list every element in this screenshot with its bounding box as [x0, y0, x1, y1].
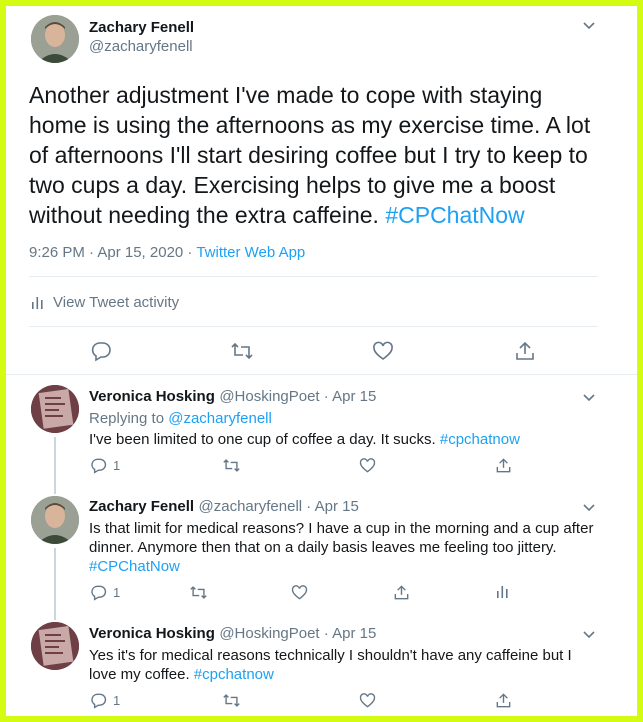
- share-button[interactable]: [393, 584, 410, 606]
- reply-header: Veronica Hosking @HoskingPoet · Apr 15: [89, 625, 376, 643]
- retweet-icon: [223, 694, 240, 707]
- reply-text: I've been limited to one cup of coffee a…: [89, 430, 520, 449]
- retweet-button[interactable]: [222, 692, 241, 714]
- divider: [6, 374, 637, 375]
- analytics-icon: [32, 296, 43, 309]
- share-icon: [496, 458, 511, 473]
- like-icon: [359, 693, 376, 708]
- like-icon: [291, 585, 308, 600]
- avatar[interactable]: [31, 496, 79, 544]
- chevron-down-icon[interactable]: [582, 390, 596, 406]
- author-name[interactable]: Veronica Hosking: [89, 388, 215, 405]
- reply-body-line: Yes it's for medical reasons technically…: [89, 647, 572, 664]
- hashtag-link[interactable]: #cpchatnow: [440, 431, 520, 448]
- author-handle[interactable]: @HoskingPoet: [219, 388, 319, 405]
- like-icon: [373, 341, 393, 360]
- reply-count: 1: [113, 458, 121, 473]
- retweet-button[interactable]: [230, 340, 254, 367]
- reply-body-line: love my coffee.: [89, 666, 194, 683]
- share-button[interactable]: [495, 457, 512, 479]
- avatar-image: [31, 496, 79, 544]
- share-button[interactable]: [495, 692, 512, 714]
- timestamp-text[interactable]: 9:26 PM · Apr 15, 2020 ·: [29, 244, 196, 261]
- tweet-timestamp: 9:26 PM · Apr 15, 2020 · Twitter Web App: [29, 244, 305, 261]
- view-activity-link[interactable]: View Tweet activity: [31, 294, 179, 311]
- reply-date[interactable]: · Apr 15: [320, 625, 377, 642]
- hashtag-link[interactable]: #cpchatnow: [194, 666, 274, 683]
- reply-button[interactable]: [90, 340, 112, 367]
- reply-icon: [91, 458, 107, 474]
- reply-count: 1: [113, 585, 121, 600]
- chevron-down-icon[interactable]: [582, 627, 596, 643]
- like-button[interactable]: [359, 457, 376, 479]
- chevron-down-icon[interactable]: [582, 500, 596, 516]
- author-name[interactable]: Veronica Hosking: [89, 625, 215, 642]
- tweet-text: Another adjustment I've made to cope wit…: [29, 80, 597, 230]
- tweet-analytics-button[interactable]: [496, 584, 510, 605]
- tweet-thread-frame: Zachary Fenell @zacharyfenell Another ad…: [0, 0, 643, 722]
- divider: [29, 276, 598, 277]
- reply-header: Veronica Hosking @HoskingPoet · Apr 15: [89, 388, 376, 406]
- reply-body-line: dinner. Anymore then that on a daily bas…: [89, 539, 557, 556]
- like-button[interactable]: [291, 584, 308, 606]
- like-button[interactable]: [372, 340, 394, 367]
- reply-button[interactable]: 1: [90, 457, 120, 474]
- retweet-button[interactable]: [222, 457, 241, 479]
- retweet-icon: [231, 342, 253, 360]
- share-icon: [516, 341, 534, 360]
- retweet-icon: [190, 586, 207, 599]
- avatar[interactable]: [31, 622, 79, 670]
- reply-text: Yes it's for medical reasons technically…: [89, 646, 624, 684]
- replying-to-handle[interactable]: @zacharyfenell: [168, 410, 272, 427]
- avatar-image: [31, 622, 79, 670]
- retweet-button[interactable]: [189, 584, 208, 606]
- retweet-icon: [223, 459, 240, 472]
- reply-icon: [91, 693, 107, 709]
- author-name[interactable]: Zachary Fenell: [89, 498, 194, 515]
- view-activity-label: View Tweet activity: [53, 294, 180, 311]
- avatar[interactable]: [31, 385, 79, 433]
- author-handle[interactable]: @HoskingPoet: [219, 625, 319, 642]
- reply-date[interactable]: · Apr 15: [302, 498, 359, 515]
- like-icon: [359, 458, 376, 473]
- hashtag-link[interactable]: #CPChatNow: [89, 557, 624, 576]
- divider: [29, 326, 598, 327]
- replying-to-label: Replying to: [89, 410, 169, 427]
- share-icon: [394, 585, 409, 600]
- reply-icon: [91, 342, 111, 362]
- like-button[interactable]: [359, 692, 376, 714]
- reply-text: Is that limit for medical reasons? I hav…: [89, 519, 624, 576]
- chevron-down-icon[interactable]: [582, 18, 596, 34]
- reply-button[interactable]: 1: [90, 692, 120, 709]
- reply-body: I've been limited to one cup of coffee a…: [89, 431, 440, 448]
- thread-line: [54, 548, 56, 620]
- reply-date[interactable]: · Apr 15: [320, 388, 377, 405]
- avatar-image: [31, 385, 79, 433]
- reply-header: Zachary Fenell @zacharyfenell · Apr 15: [89, 498, 359, 516]
- source-link[interactable]: Twitter Web App: [196, 244, 305, 261]
- replying-to: Replying to @zacharyfenell: [89, 409, 272, 428]
- thread-line: [54, 437, 56, 494]
- reply-button[interactable]: 1: [90, 584, 120, 601]
- share-button[interactable]: [514, 340, 536, 367]
- author-name[interactable]: Zachary Fenell: [89, 19, 194, 36]
- hashtag-link[interactable]: #CPChatNow: [385, 202, 524, 228]
- avatar[interactable]: [31, 15, 79, 63]
- analytics-icon: [497, 586, 508, 598]
- reply-count: 1: [113, 693, 121, 708]
- reply-icon: [91, 585, 107, 601]
- author-handle[interactable]: @zacharyfenell: [199, 498, 303, 515]
- avatar-image: [31, 15, 79, 63]
- reply-body-line: Is that limit for medical reasons? I hav…: [89, 520, 594, 537]
- author-handle[interactable]: @zacharyfenell: [89, 38, 193, 55]
- share-icon: [496, 693, 511, 708]
